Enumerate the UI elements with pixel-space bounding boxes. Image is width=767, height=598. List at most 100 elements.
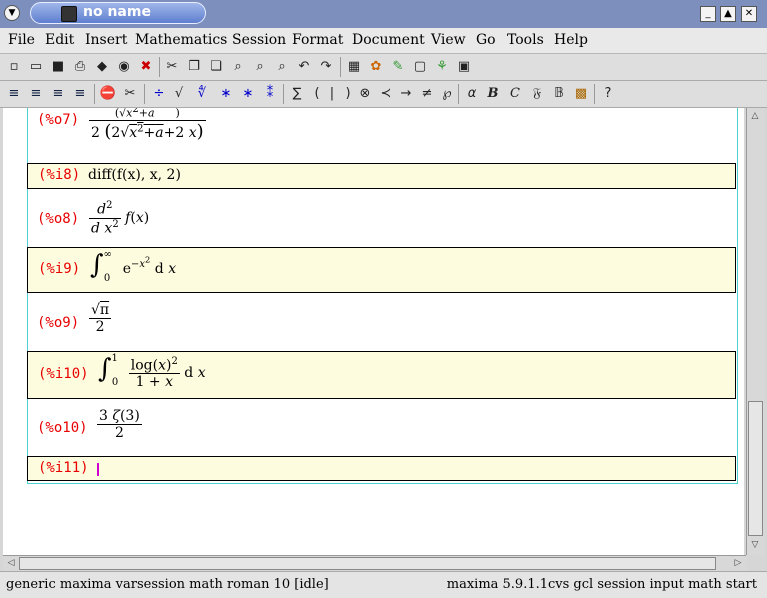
above-below-icon[interactable]: ⁑ xyxy=(261,85,279,103)
color-icon[interactable]: ▩ xyxy=(572,85,590,103)
minimize-button[interactable]: _ xyxy=(700,6,716,22)
right-paren-icon[interactable]: ) xyxy=(339,85,357,103)
justify-icon[interactable]: ≡ xyxy=(71,85,89,103)
arrow-icon[interactable]: → xyxy=(397,85,415,103)
align-center-icon[interactable]: ≡ xyxy=(27,85,45,103)
scroll-right-icon[interactable]: ▷ xyxy=(730,555,746,571)
graphics-icon[interactable]: ⚘ xyxy=(433,58,451,76)
scissors-icon[interactable]: ✂ xyxy=(121,85,139,103)
input-label: (%i8) xyxy=(38,167,81,183)
spell-icon[interactable]: ⌕ xyxy=(273,58,291,76)
status-left: generic maxima varsession math roman 10 … xyxy=(6,577,329,592)
alpha-icon[interactable]: α xyxy=(463,85,481,103)
stop-icon[interactable]: ⛔ xyxy=(99,85,117,103)
fraction-icon[interactable]: ÷ xyxy=(150,85,168,103)
toolbar-separator xyxy=(144,84,145,104)
menu-edit[interactable]: Edit xyxy=(45,32,74,48)
input-label: (%i10) xyxy=(38,366,89,382)
weierstrass-icon[interactable]: ℘ xyxy=(438,85,456,103)
align-left-icon[interactable]: ≡ xyxy=(5,85,23,103)
big-operator-icon[interactable]: ∑ xyxy=(288,85,306,103)
paste-icon[interactable]: ❏ xyxy=(207,58,225,76)
input-math[interactable]: ∫10 log(x)2 1 + x d x xyxy=(98,353,206,390)
fraktur-icon[interactable]: 𝔉 xyxy=(528,85,546,103)
vertical-scroll-thumb[interactable] xyxy=(748,401,763,536)
menu-document[interactable]: Document xyxy=(352,32,425,48)
toolbar-separator xyxy=(458,84,459,104)
horizontal-scrollbar[interactable]: ◁ ▷ xyxy=(3,555,746,571)
window-menu-button[interactable]: ▼ xyxy=(4,5,20,21)
output-label: (%o7) xyxy=(37,112,80,128)
nth-root-icon[interactable]: ∜ xyxy=(193,85,211,103)
copy-icon[interactable]: ❐ xyxy=(185,58,203,76)
app-icon xyxy=(61,6,77,22)
table-icon[interactable]: ▦ xyxy=(345,58,363,76)
input-math[interactable]: ∫∞0 e−x2 d x xyxy=(90,249,176,284)
horizontal-scroll-thumb[interactable] xyxy=(19,557,716,570)
help-icon[interactable]: ? xyxy=(599,85,617,103)
redo-icon[interactable]: ↷ xyxy=(317,58,335,76)
window-icon[interactable]: ▢ xyxy=(411,58,429,76)
scroll-up-icon[interactable]: △ xyxy=(747,108,763,124)
close-button[interactable]: ✕ xyxy=(741,6,757,22)
output-label: (%o10) xyxy=(37,420,88,436)
find-icon[interactable]: ⌕ xyxy=(229,58,247,76)
replace-icon[interactable]: ⌕ xyxy=(251,58,269,76)
menu-tools[interactable]: Tools xyxy=(507,32,544,48)
cut-icon[interactable]: ✂ xyxy=(163,58,181,76)
output-cell: (%o7) (√x2+a ) 2 (2√x2+a+2 x) xyxy=(27,108,736,164)
print-icon[interactable]: ⎙ xyxy=(71,58,89,76)
menu-view[interactable]: View xyxy=(431,32,466,48)
output-math: d2 d x2 f(x) xyxy=(89,200,150,237)
scroll-down-icon[interactable]: ▽ xyxy=(747,537,763,553)
calligraphic-icon[interactable]: C xyxy=(506,85,524,103)
title-bar: ▼ no name _ ▲ ✕ xyxy=(0,0,767,28)
scroll-left-icon[interactable]: ◁ xyxy=(3,555,19,571)
terminal-icon[interactable]: ▣ xyxy=(455,58,473,76)
main-toolbar: ▫ ▭ ■ ⎙ ◆ ◉ ✖ ✂ ❐ ❏ ⌕ ⌕ ⌕ ↶ ↷ ▦ ✿ ✎ ▢ ⚘ … xyxy=(0,54,767,81)
save-icon[interactable]: ■ xyxy=(49,58,67,76)
format-toolbar: ≡ ≡ ≡ ≡ ⛔ ✂ ÷ √ ∜ ∗ ∗ ⁑ ∑ ( | ) ⊗ ≺ → ≠ … xyxy=(0,81,767,108)
menu-mathematics[interactable]: Mathematics xyxy=(135,32,227,48)
output-math: √π 2 xyxy=(89,302,112,335)
blackboard-icon[interactable]: 𝔹 xyxy=(550,85,568,103)
maximize-button[interactable]: ▲ xyxy=(720,6,736,22)
subscript-icon[interactable]: ∗ xyxy=(217,85,235,103)
sqrt-icon[interactable]: √ xyxy=(170,85,188,103)
cancel-icon[interactable]: ✖ xyxy=(137,58,155,76)
status-bar: generic maxima varsession math roman 10 … xyxy=(0,571,767,598)
input-cell[interactable]: (%i11) xyxy=(27,456,736,481)
binary-operator-icon[interactable]: ⊗ xyxy=(356,85,374,103)
align-right-icon[interactable]: ≡ xyxy=(49,85,67,103)
superscript-icon[interactable]: ∗ xyxy=(239,85,257,103)
document-area[interactable]: (%o7) (√x2+a ) 2 (2√x2+a+2 x) (%i8) diff… xyxy=(3,108,744,555)
toolbar-separator xyxy=(283,84,284,104)
input-cell[interactable]: (%i9) ∫∞0 e−x2 d x xyxy=(27,247,736,293)
vertical-scrollbar[interactable]: △ ▽ xyxy=(746,108,764,555)
menu-go[interactable]: Go xyxy=(476,32,496,48)
menu-session[interactable]: Session xyxy=(232,32,286,48)
open-icon[interactable]: ▭ xyxy=(27,58,45,76)
palette-icon[interactable]: ✿ xyxy=(367,58,385,76)
input-label: (%i9) xyxy=(38,261,81,277)
text-cursor xyxy=(97,463,99,476)
menu-insert[interactable]: Insert xyxy=(85,32,127,48)
new-document-icon[interactable]: ▫ xyxy=(5,58,23,76)
not-equal-icon[interactable]: ≠ xyxy=(418,85,436,103)
menu-file[interactable]: File xyxy=(8,32,35,48)
input-label: (%i11) xyxy=(38,460,89,476)
output-cell: (%o10) 3 ζ(3) 2 xyxy=(27,404,736,454)
library-icon[interactable]: ◆ xyxy=(93,58,111,76)
input-cell[interactable]: (%i10) ∫10 log(x)2 1 + x d x xyxy=(27,351,736,399)
input-text[interactable]: diff(f(x), x, 2) xyxy=(88,167,181,183)
undo-icon[interactable]: ↶ xyxy=(295,58,313,76)
menu-format[interactable]: Format xyxy=(292,32,343,48)
globe-icon[interactable]: ◉ xyxy=(115,58,133,76)
menu-bar: File Edit Insert Mathematics Session For… xyxy=(0,28,767,54)
output-cell: (%o8) d2 d x2 f(x) xyxy=(27,194,736,244)
edit-icon[interactable]: ✎ xyxy=(389,58,407,76)
relation-icon[interactable]: ≺ xyxy=(377,85,395,103)
input-cell[interactable]: (%i8) diff(f(x), x, 2) xyxy=(27,163,736,189)
menu-help[interactable]: Help xyxy=(554,32,588,48)
bold-math-icon[interactable]: B xyxy=(484,85,502,103)
